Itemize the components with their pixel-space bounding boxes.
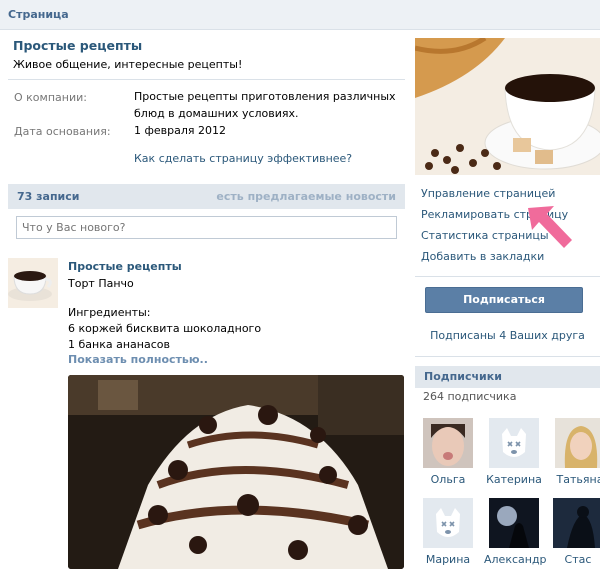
avatar[interactable] — [423, 418, 473, 468]
post-line-ingredient-1: 6 коржей бисквита шоколадного — [68, 322, 262, 335]
wall-header: 73 записи есть предлагаемые новости — [8, 184, 405, 209]
pointer-arrow-icon — [528, 206, 572, 248]
avatar[interactable] — [555, 418, 600, 468]
avatar[interactable] — [489, 498, 539, 548]
subscribed-friends-link[interactable]: Подписаны 4 Ваших друга — [415, 329, 600, 342]
subscriber-item[interactable]: Катерина — [484, 418, 544, 486]
subscribers-title[interactable]: Подписчики — [424, 370, 502, 383]
suggested-news-link[interactable]: есть предлагаемые новости — [216, 190, 396, 203]
subscriber-item[interactable]: Татьяна — [550, 418, 600, 486]
page-status: Живое общение, интересные рецепты! — [13, 58, 243, 71]
subscriber-name[interactable]: Александр — [484, 553, 547, 566]
effective-page-link[interactable]: Как сделать страницу эффективнее? — [134, 152, 352, 165]
post-line-title: Торт Панчо — [68, 277, 134, 290]
about-value: Простые рецепты приготовления различных … — [134, 90, 396, 120]
subscriber-name[interactable]: Татьяна — [550, 473, 600, 486]
divider — [415, 356, 600, 357]
deactivated-dog-icon[interactable] — [423, 498, 473, 548]
post-line-ingredient-2: 1 банка ананасов — [68, 338, 170, 351]
post-author-name[interactable]: Простые рецепты — [68, 260, 182, 273]
founded-label: Дата основания: — [14, 125, 111, 138]
wall-post-count[interactable]: 73 записи — [17, 190, 80, 203]
subscriber-item[interactable]: Марина — [418, 498, 478, 566]
post-author-avatar[interactable] — [8, 258, 58, 308]
subscriber-item[interactable]: Александр — [484, 498, 547, 566]
subscriber-name[interactable]: Катерина — [484, 473, 544, 486]
subscriber-name[interactable]: Марина — [418, 553, 478, 566]
avatar[interactable] — [553, 498, 600, 548]
subscriber-name[interactable]: Ольга — [418, 473, 478, 486]
manage-page-link[interactable]: Управление страницей — [421, 187, 555, 200]
divider — [415, 276, 600, 277]
page-cover-photo[interactable] — [415, 38, 600, 175]
top-bar-title: Страница — [8, 8, 69, 21]
subscribers-header: Подписчики — [415, 366, 600, 388]
show-more-link[interactable]: Показать полностью.. — [68, 353, 208, 366]
top-bar: Страница — [0, 0, 600, 30]
divider — [8, 79, 405, 80]
subscriber-name[interactable]: Стас — [548, 553, 600, 566]
about-label: О компании: — [14, 91, 87, 104]
new-post-input[interactable] — [16, 216, 397, 239]
founded-value: 1 февраля 2012 — [134, 124, 227, 137]
page-title: Простые рецепты — [13, 38, 143, 53]
subscriber-item[interactable]: Стас — [548, 498, 600, 566]
subscribe-button[interactable]: Подписаться — [425, 287, 583, 313]
subscriber-item[interactable]: Ольга — [418, 418, 478, 486]
subscribers-count[interactable]: 264 подписчика — [423, 390, 516, 403]
post-photo[interactable] — [68, 375, 404, 569]
post-line-ingredients: Ингредиенты: — [68, 306, 151, 319]
deactivated-dog-icon[interactable] — [489, 418, 539, 468]
